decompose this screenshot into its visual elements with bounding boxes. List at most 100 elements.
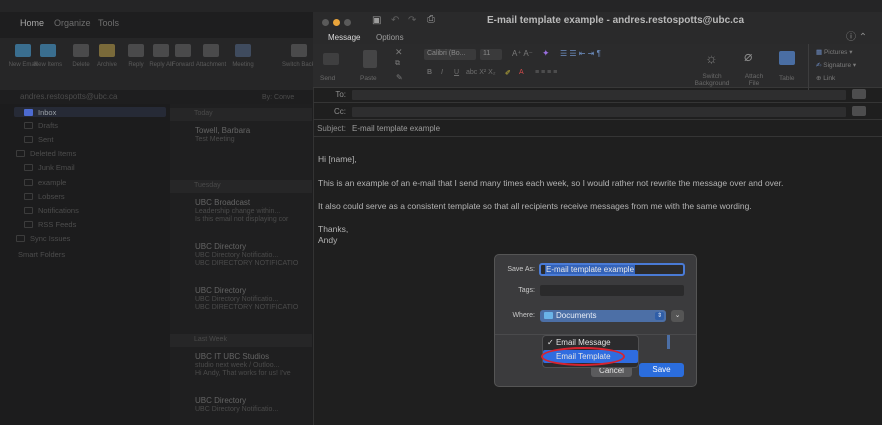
to-row — [313, 102, 882, 103]
ribbon-reply-all-button[interactable]: Reply All — [149, 44, 173, 74]
redo-icon[interactable]: ↷ — [408, 15, 416, 26]
save-as-value: E-mail template example — [545, 265, 636, 274]
annotation-circle — [541, 347, 625, 366]
highlight-icon[interactable]: ✐ — [505, 69, 511, 77]
tab-tools[interactable]: Tools — [98, 18, 119, 28]
signature-button[interactable]: ✍ Signature ▾ — [816, 61, 856, 69]
list-item[interactable]: UBC Directory UBC Directory Notificatio..… — [195, 286, 315, 311]
tab-home[interactable]: Home — [20, 18, 44, 28]
subject-field[interactable]: E-mail template example — [352, 124, 440, 133]
font-size-select[interactable]: 11 — [480, 49, 502, 60]
minimize-window-button[interactable] — [333, 19, 340, 26]
sidebar-item-smart-folders[interactable]: Smart Folders — [18, 250, 65, 259]
list-item[interactable]: UBC IT UBC Studios studio next week / Out… — [195, 352, 315, 377]
undo-icon[interactable]: ↶ — [391, 15, 399, 26]
bullets-icon[interactable]: ☰ ☰ ⇤ ⇥ ¶ — [560, 49, 601, 58]
close-window-button[interactable] — [322, 19, 329, 26]
sidebar-item-inbox[interactable]: Inbox — [24, 108, 56, 117]
list-item[interactable]: UBC Directory UBC Directory Notificatio..… — [195, 396, 315, 414]
clear-formatting-icon[interactable]: ✦ — [542, 48, 550, 59]
ribbon-forward-button[interactable]: Forward — [172, 44, 194, 74]
font-family-select[interactable]: Calibri (Bo... — [424, 49, 476, 60]
paste-button[interactable]: Paste — [360, 75, 377, 82]
save-icon[interactable]: ▣ — [372, 15, 381, 26]
ribbon-attachment-button[interactable]: Attachment — [196, 44, 226, 74]
where-select[interactable]: Documents ⇕ — [540, 310, 666, 322]
sidebar-item-rss-feeds[interactable]: RSS Feeds — [24, 220, 76, 229]
tab-organize[interactable]: Organize — [54, 18, 91, 28]
list-item[interactable]: UBC Broadcast Leadership change within...… — [195, 198, 315, 223]
list-item-subject: UBC Directory Notificatio... — [195, 252, 279, 259]
paste-icon[interactable] — [363, 50, 377, 68]
strikethrough-icon[interactable]: abc X² X₂ — [466, 69, 496, 76]
body-signature[interactable]: Andy — [318, 235, 337, 245]
font-color-icon[interactable]: A — [519, 69, 524, 76]
body-paragraph-2[interactable]: It also could serve as a consistent temp… — [318, 201, 752, 211]
align-icon[interactable]: ≡ ≡ ≡ ≡ — [535, 69, 557, 76]
ribbon-label: New Items — [33, 62, 63, 68]
list-item[interactable]: Towell, Barbara Test Meeting — [195, 126, 315, 144]
ribbon-new-items-button[interactable]: New Items — [34, 44, 62, 74]
send-button[interactable]: Send — [320, 75, 335, 82]
contacts-icon[interactable] — [852, 106, 866, 116]
attach-file-icon[interactable]: ⌀ — [744, 48, 752, 65]
table-button[interactable]: Table — [779, 75, 795, 82]
ribbon-archive-button[interactable]: Archive — [96, 44, 118, 74]
switch-background-icon[interactable]: ☼ — [705, 50, 718, 66]
expand-dialog-button[interactable]: ⌄ — [671, 310, 684, 322]
cc-row — [313, 119, 882, 120]
list-item-subject: Leadership change within... — [195, 208, 281, 215]
list-item-preview: Is this email not displaying cor — [195, 216, 289, 223]
tab-options[interactable]: Options — [376, 33, 404, 42]
sidebar-item-sync-issues[interactable]: Sync Issues — [16, 234, 70, 243]
print-icon[interactable]: ⎙ — [427, 14, 435, 25]
to-field[interactable] — [352, 90, 846, 100]
sidebar-item-deleted-items[interactable]: Deleted Items — [16, 149, 76, 158]
ribbon-meeting-button[interactable]: Meeting — [232, 44, 254, 74]
sidebar-item-notifications[interactable]: Notifications — [24, 206, 79, 215]
tags-input[interactable] — [540, 285, 684, 296]
new-items-icon — [40, 44, 56, 57]
signature-label: Signature — [823, 62, 852, 69]
send-icon[interactable] — [323, 53, 339, 65]
save-as-input[interactable]: E-mail template example — [539, 263, 685, 276]
link-label: Link — [823, 75, 836, 82]
tab-message[interactable]: Message — [328, 33, 360, 42]
cc-field[interactable] — [352, 107, 846, 117]
sidebar-item-label: Sent — [38, 135, 54, 144]
sidebar-item-example[interactable]: example — [24, 178, 66, 187]
zoom-window-button[interactable] — [344, 19, 351, 26]
help-icon[interactable]: ⓘ ⌃ — [846, 28, 867, 43]
sidebar-item-junk-email[interactable]: Junk Email — [24, 163, 75, 172]
attach-file-button[interactable]: Attach File — [742, 73, 766, 87]
grow-font-icon[interactable]: A⁺ A⁻ — [512, 49, 533, 58]
body-greeting[interactable]: Hi [name], — [318, 154, 357, 164]
underline-icon[interactable]: U — [454, 69, 459, 76]
junk-icon — [24, 164, 33, 171]
bold-icon[interactable]: B — [427, 69, 432, 76]
copy-icon[interactable]: ⧉ — [395, 60, 400, 68]
contacts-icon[interactable] — [852, 89, 866, 99]
ribbon-switch-background-button[interactable]: Switch Backgro — [282, 44, 323, 74]
list-item[interactable]: UBC Directory UBC Directory Notificatio..… — [195, 242, 315, 267]
body-paragraph-1[interactable]: This is an example of an e-mail that I s… — [318, 178, 783, 188]
ribbon-label: Meeting — [232, 62, 254, 68]
menu-item-email-message[interactable]: ✓ Email Message — [547, 338, 611, 347]
ribbon-delete-button[interactable]: Delete — [70, 44, 92, 74]
sidebar-item-lobsers[interactable]: Lobsers — [24, 192, 65, 201]
sidebar-item-drafts[interactable]: Drafts — [24, 121, 58, 130]
cut-icon[interactable]: ✕ — [395, 47, 403, 58]
table-icon[interactable] — [779, 51, 795, 65]
ribbon-reply-button[interactable]: Reply — [125, 44, 147, 74]
italic-icon[interactable]: I — [441, 69, 443, 76]
switch-background-button[interactable]: Switch Background — [692, 73, 732, 87]
ribbon-label: Switch Backgro — [282, 62, 324, 68]
sort-label[interactable]: By: Conve — [262, 94, 294, 101]
pictures-button[interactable]: ▦ Pictures ▾ — [816, 48, 853, 56]
sidebar-item-sent[interactable]: Sent — [24, 135, 53, 144]
body-signoff[interactable]: Thanks, — [318, 224, 348, 234]
format-painter-icon[interactable]: ✎ — [396, 73, 403, 82]
link-button[interactable]: ⊕ Link — [816, 74, 835, 82]
ribbon-new-email-button[interactable]: New Email — [9, 44, 37, 74]
save-button[interactable]: Save — [639, 363, 684, 377]
